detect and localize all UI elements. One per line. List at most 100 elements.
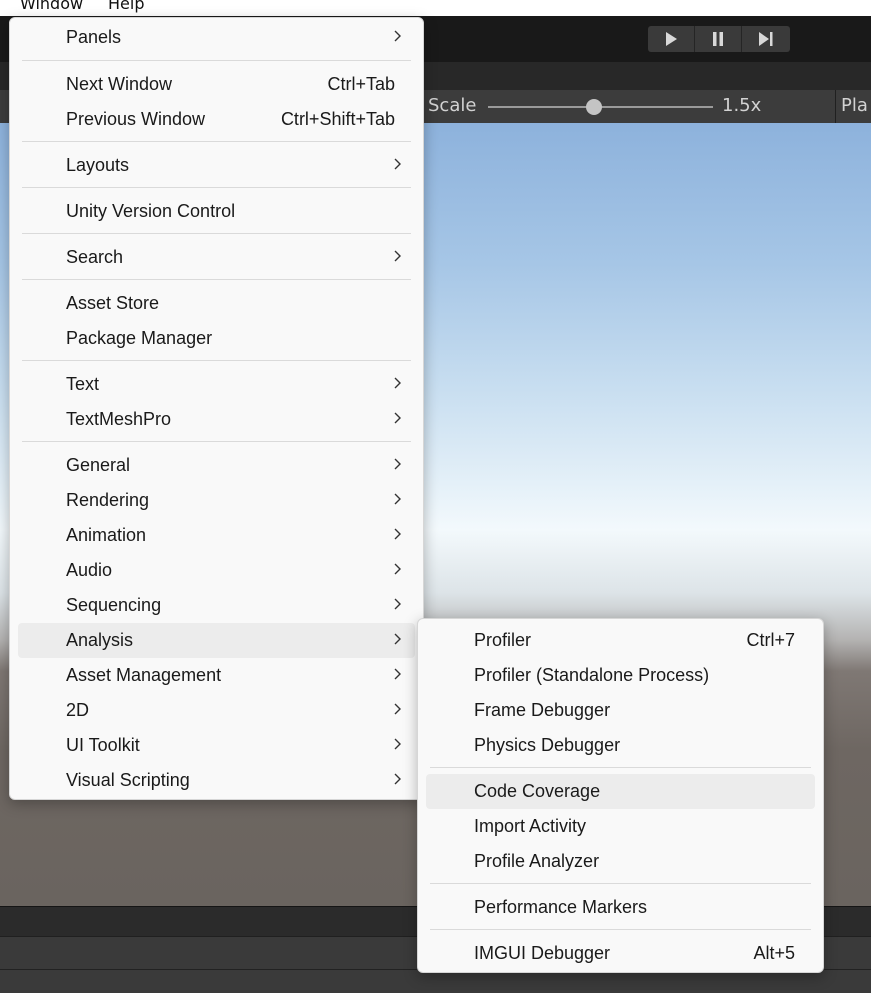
scale-slider-thumb[interactable]: [585, 99, 602, 115]
menu-separator: [22, 360, 411, 361]
menu-item-import-activity[interactable]: Import Activity: [426, 809, 815, 844]
menu-item-physics-debugger[interactable]: Physics Debugger: [426, 728, 815, 763]
menu-item-analysis[interactable]: Analysis: [18, 623, 415, 658]
menu-item-textmeshpro[interactable]: TextMeshPro: [18, 402, 415, 437]
menu-help[interactable]: Help: [108, 0, 144, 13]
menu-item-label: Unity Version Control: [66, 201, 236, 221]
menu-item-label: Previous Window: [66, 109, 206, 129]
menu-item-label: Analysis: [66, 630, 134, 650]
menu-item-rendering[interactable]: Rendering: [18, 483, 415, 518]
menu-item-label: Performance Markers: [474, 897, 648, 917]
menu-item-label: Code Coverage: [474, 781, 601, 801]
menu-item-label: Profiler (Standalone Process): [474, 665, 710, 685]
chevron-right-icon: [394, 377, 401, 389]
menu-item-label: Panels: [66, 27, 122, 47]
menu-item-profiler[interactable]: Profiler Ctrl+7: [426, 623, 815, 658]
menu-separator: [22, 187, 411, 188]
scale-value: 1.5x: [722, 95, 762, 116]
pause-icon: [713, 32, 723, 46]
menu-item-label: Import Activity: [474, 816, 587, 836]
menu-item-label: Text: [66, 374, 100, 394]
menu-separator: [22, 141, 411, 142]
menu-separator: [22, 233, 411, 234]
menu-item-unity-version-control[interactable]: Unity Version Control: [18, 194, 415, 229]
menu-item-code-coverage[interactable]: Code Coverage: [426, 774, 815, 809]
play-button[interactable]: [648, 26, 695, 52]
step-icon: [758, 32, 772, 46]
menu-item-previous-window[interactable]: Previous Window Ctrl+Shift+Tab: [18, 102, 415, 137]
chevron-right-icon: [394, 738, 401, 750]
chevron-right-icon: [394, 458, 401, 470]
chevron-right-icon: [394, 250, 401, 262]
menu-item-profile-analyzer[interactable]: Profile Analyzer: [426, 844, 815, 879]
menu-item-shortcut: Ctrl+Shift+Tab: [280, 109, 395, 129]
menu-item-label: UI Toolkit: [66, 735, 140, 755]
chevron-right-icon: [394, 773, 401, 785]
menu-item-label: Sequencing: [66, 595, 162, 615]
menu-item-ui-toolkit[interactable]: UI Toolkit: [18, 728, 415, 763]
menu-separator: [430, 767, 811, 768]
menu-item-visual-scripting[interactable]: Visual Scripting: [18, 763, 415, 798]
menu-item-label: Visual Scripting: [66, 770, 190, 790]
chevron-right-icon: [394, 30, 401, 42]
menu-item-label: Profile Analyzer: [474, 851, 600, 871]
menu-item-search[interactable]: Search: [18, 240, 415, 275]
menu-item-shortcut: Alt+5: [753, 943, 795, 963]
divider: [835, 90, 836, 123]
menu-item-text[interactable]: Text: [18, 367, 415, 402]
menu-separator: [22, 60, 411, 61]
pause-button[interactable]: [695, 26, 742, 52]
menu-separator: [430, 929, 811, 930]
menu-item-label: Asset Store: [66, 293, 160, 313]
menu-item-label: Animation: [66, 525, 147, 545]
menu-item-performance-markers[interactable]: Performance Markers: [426, 890, 815, 925]
menu-item-layouts[interactable]: Layouts: [18, 148, 415, 183]
menu-item-label: General: [66, 455, 131, 475]
menu-separator: [22, 441, 411, 442]
chevron-right-icon: [394, 493, 401, 505]
menu-item-sequencing[interactable]: Sequencing: [18, 588, 415, 623]
play-focus-dropdown[interactable]: Pla: [841, 95, 868, 116]
menu-item-panels[interactable]: Panels: [18, 20, 415, 55]
menu-item-frame-debugger[interactable]: Frame Debugger: [426, 693, 815, 728]
chevron-right-icon: [394, 598, 401, 610]
menu-separator: [430, 883, 811, 884]
menu-item-label: Layouts: [66, 155, 130, 175]
menu-item-audio[interactable]: Audio: [18, 553, 415, 588]
window-menu: Panels Next Window Ctrl+Tab Previous Window…: [9, 17, 424, 800]
menu-item-label: TextMeshPro: [66, 409, 172, 429]
play-icon: [666, 32, 677, 46]
menu-item-2d[interactable]: 2D: [18, 693, 415, 728]
menu-item-next-window[interactable]: Next Window Ctrl+Tab: [18, 67, 415, 102]
scale-label: Scale: [428, 95, 477, 116]
menu-item-imgui-debugger[interactable]: IMGUI Debugger Alt+5: [426, 936, 815, 971]
menu-item-label: Profiler: [474, 630, 532, 650]
menu-separator: [22, 279, 411, 280]
menu-item-label: Search: [66, 247, 124, 267]
chevron-right-icon: [394, 633, 401, 645]
chevron-right-icon: [394, 703, 401, 715]
menu-item-label: Package Manager: [66, 328, 213, 348]
menu-item-shortcut: Ctrl+Tab: [327, 74, 395, 94]
menu-item-package-manager[interactable]: Package Manager: [18, 321, 415, 356]
chevron-right-icon: [394, 158, 401, 170]
menu-item-asset-store[interactable]: Asset Store: [18, 286, 415, 321]
menu-item-animation[interactable]: Animation: [18, 518, 415, 553]
menu-item-profiler-standalone-process[interactable]: Profiler (Standalone Process): [426, 658, 815, 693]
menu-bar: Window Help: [0, 0, 871, 16]
menu-item-general[interactable]: General: [18, 448, 415, 483]
chevron-right-icon: [394, 412, 401, 424]
menu-item-shortcut: Ctrl+7: [746, 630, 795, 650]
analysis-submenu: Profiler Ctrl+7 Profiler (Standalone Proce…: [417, 618, 824, 973]
chevron-right-icon: [394, 563, 401, 575]
menu-item-label: 2D: [66, 700, 90, 720]
menu-item-label: IMGUI Debugger: [474, 943, 611, 963]
menu-item-label: Audio: [66, 560, 113, 580]
menu-item-label: Physics Debugger: [474, 735, 621, 755]
menu-item-asset-management[interactable]: Asset Management: [18, 658, 415, 693]
menu-item-label: Asset Management: [66, 665, 222, 685]
menu-item-label: Next Window: [66, 74, 173, 94]
step-button[interactable]: [742, 26, 789, 52]
chevron-right-icon: [394, 668, 401, 680]
menu-window[interactable]: Window: [20, 0, 83, 13]
